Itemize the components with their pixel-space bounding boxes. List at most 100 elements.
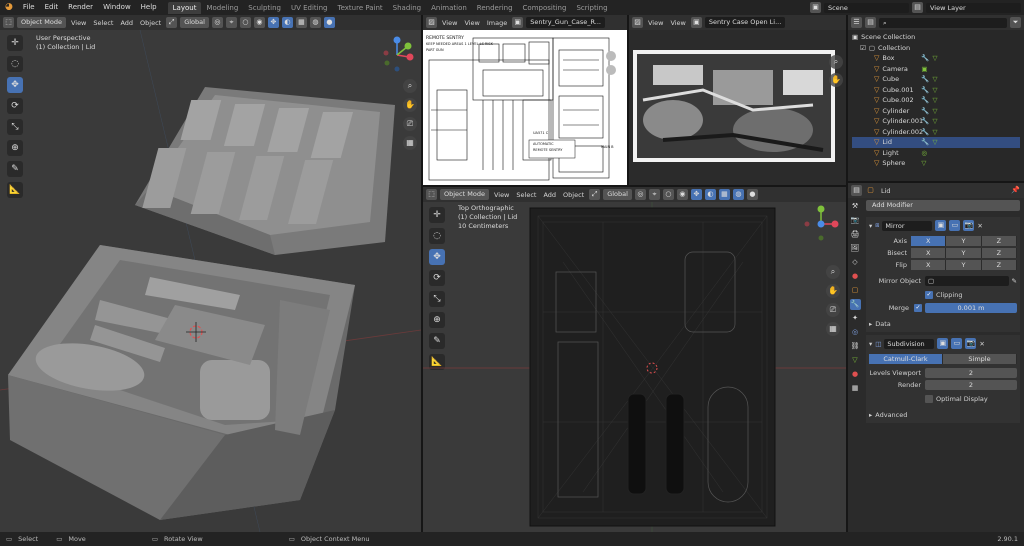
bisect-z-toggle[interactable]: Z — [981, 247, 1017, 258]
collapse-icon[interactable]: ▾ — [869, 222, 872, 230]
bisect-y-toggle[interactable]: Y — [946, 247, 982, 258]
select-menu[interactable]: Select — [91, 19, 115, 27]
editor-type-icon[interactable]: ⬚ — [426, 189, 437, 200]
orientation-select[interactable]: Global — [180, 17, 209, 28]
levels-viewport-field[interactable]: 2 — [925, 367, 1017, 378]
outliner-item-cube-001[interactable]: ▽ Cube.001 🔧 ▽ — [852, 85, 1020, 96]
image-editor-type-icon[interactable]: ▨ — [632, 17, 643, 28]
wireframe-shading-icon[interactable]: ◍ — [732, 189, 744, 200]
pan-hand-icon[interactable]: ✋ — [826, 284, 840, 298]
render-icon[interactable]: 📷 — [965, 338, 977, 349]
display-mode-icon[interactable]: ▤ — [865, 17, 876, 28]
view-menu-1[interactable]: View — [646, 19, 665, 27]
material-tab-icon[interactable]: ● — [850, 369, 861, 380]
proportional-edit-icon[interactable]: ○ — [662, 189, 674, 200]
scene-tab-icon[interactable]: ◇ — [850, 257, 861, 268]
outliner-item-scene-collection[interactable]: ▣ Scene Collection — [852, 32, 1020, 43]
constraints-tab-icon[interactable]: ⛓ — [850, 341, 861, 352]
tab-shading[interactable]: Shading — [388, 2, 426, 14]
xray-icon[interactable]: ▦ — [295, 17, 307, 28]
perspective-grid-icon[interactable]: ▦ — [826, 322, 840, 336]
outliner-item-camera[interactable]: ▽ Camera ▣ — [852, 64, 1020, 75]
tab-scripting[interactable]: Scripting — [571, 2, 612, 14]
object-menu[interactable]: Object — [561, 191, 586, 199]
outliner-item-box[interactable]: ▽ Box 🔧 ▽ — [852, 53, 1020, 64]
advanced-subpanel[interactable]: ▸ Advanced — [869, 409, 1017, 420]
image-name-field[interactable]: Sentry Case Open Li... — [704, 17, 786, 28]
filter-icon[interactable]: ⏷ — [1010, 17, 1021, 28]
outliner-item-lid[interactable]: ▽ Lid 🔧 ▽ — [852, 137, 1020, 148]
image-menu[interactable]: Image — [485, 19, 509, 27]
texture-tab-icon[interactable]: ▦ — [850, 383, 861, 394]
object-menu[interactable]: Object — [138, 19, 163, 27]
zoom-icon[interactable]: ⌕ — [826, 265, 840, 279]
menu-file[interactable]: File — [18, 0, 40, 15]
close-icon[interactable]: ✕ — [977, 222, 982, 230]
world-tab-icon[interactable]: ● — [850, 271, 861, 282]
mirror-object-field[interactable]: ▢ — [925, 275, 1009, 286]
menu-help[interactable]: Help — [136, 0, 162, 15]
pin-icon[interactable]: 📌 — [1010, 185, 1021, 196]
modifier-tab-icon[interactable]: 🔧 — [849, 299, 861, 310]
menu-edit[interactable]: Edit — [40, 0, 64, 15]
zoom-icon[interactable]: ⌕ — [829, 55, 843, 69]
mode-select[interactable]: Object Mode — [440, 189, 489, 200]
tab-rendering[interactable]: Rendering — [472, 2, 518, 14]
view-menu-2[interactable]: View — [462, 19, 481, 27]
image-editor-type-icon[interactable]: ▨ — [426, 17, 437, 28]
visibility-icon[interactable]: ◉ — [253, 17, 265, 28]
snap-icon[interactable]: ⌖ — [648, 189, 660, 200]
render-levels-field[interactable]: 2 — [925, 379, 1017, 390]
pivot-icon[interactable]: ◎ — [211, 17, 223, 28]
image-browse-icon[interactable]: ▣ — [512, 17, 524, 28]
tab-animation[interactable]: Animation — [426, 2, 472, 14]
gizmo-toggle-icon[interactable]: ✥ — [690, 189, 702, 200]
flip-x-toggle[interactable]: X — [911, 259, 947, 270]
add-menu[interactable]: Add — [118, 19, 135, 27]
view-menu-1[interactable]: View — [440, 19, 459, 27]
add-menu[interactable]: Add — [541, 191, 558, 199]
data-subpanel[interactable]: ▸ Data — [869, 318, 1017, 329]
catmull-clark-toggle[interactable]: Catmull-Clark — [869, 353, 943, 364]
outliner-item-cube[interactable]: ▽ Cube 🔧 ▽ — [852, 74, 1020, 85]
tab-sculpting[interactable]: Sculpting — [243, 2, 286, 14]
scene-field[interactable]: Scene — [824, 2, 909, 13]
render-tab-icon[interactable]: 📷 — [850, 215, 861, 226]
image-editor-photo[interactable]: ▨ View View ▣ Sentry Case Open Li... ⌕ ✋ — [629, 15, 846, 185]
view-menu[interactable]: View — [492, 191, 511, 199]
tab-uv-editing[interactable]: UV Editing — [286, 2, 333, 14]
visibility-icon[interactable]: ◉ — [676, 189, 688, 200]
select-menu[interactable]: Select — [514, 191, 538, 199]
outliner-item-cube-002[interactable]: ▽ Cube.002 🔧 ▽ — [852, 95, 1020, 106]
data-tab-icon[interactable]: ▽ — [850, 355, 861, 366]
camera-view-icon[interactable]: ⎚ — [826, 303, 840, 317]
tool-tab-icon[interactable]: ⚒ — [850, 201, 861, 212]
tab-modeling[interactable]: Modeling — [201, 2, 243, 14]
image-editor-blueprint[interactable]: ▨ View View Image ▣ Sentry_Gun_Case_R...… — [423, 15, 627, 185]
collapse-icon[interactable]: ▾ — [869, 340, 872, 348]
navigation-gizmo-icon[interactable] — [801, 204, 841, 244]
outliner-item-cylinder-002[interactable]: ▽ Cylinder.002 🔧 ▽ — [852, 127, 1020, 138]
xray-icon[interactable]: ▦ — [718, 189, 730, 200]
optimal-display-checkbox[interactable] — [925, 394, 933, 403]
solid-shading-icon[interactable]: ● — [323, 17, 335, 28]
tab-layout[interactable]: Layout — [167, 2, 202, 14]
left-viewport[interactable]: ⬚ Object Mode View Select Add Object ⤢ G… — [0, 15, 421, 532]
view-layer-tab-icon[interactable]: 🖼 — [850, 243, 861, 254]
image-name-field[interactable]: Sentry_Gun_Case_R... — [526, 17, 605, 28]
gizmo-toggle-icon[interactable]: ✥ — [267, 17, 279, 28]
menu-render[interactable]: Render — [63, 0, 98, 15]
solid-shading-icon[interactable]: ● — [746, 189, 758, 200]
flip-z-toggle[interactable]: Z — [981, 259, 1017, 270]
merge-checkbox[interactable]: ✓ — [914, 303, 922, 312]
axis-x-toggle[interactable]: X — [911, 235, 947, 246]
pan-hand-icon[interactable]: ✋ — [829, 73, 843, 87]
bisect-x-toggle[interactable]: X — [911, 247, 947, 258]
view-menu-2[interactable]: View — [668, 19, 687, 27]
tab-compositing[interactable]: Compositing — [518, 2, 572, 14]
mode-select[interactable]: Object Mode — [17, 17, 66, 28]
view-menu[interactable]: View — [69, 19, 88, 27]
close-icon[interactable]: ✕ — [979, 340, 984, 348]
view-layer-field[interactable]: View Layer — [926, 2, 1021, 13]
eyedropper-icon[interactable]: ✎ — [1009, 277, 1017, 285]
